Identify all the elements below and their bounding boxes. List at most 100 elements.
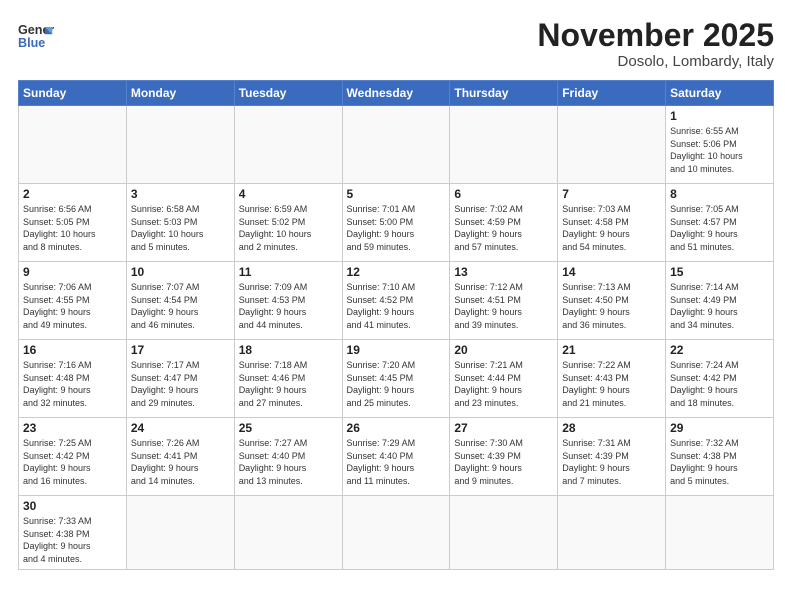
day-info: Sunrise: 7:24 AM Sunset: 4:42 PM Dayligh… — [670, 359, 769, 409]
day-info: Sunrise: 7:02 AM Sunset: 4:59 PM Dayligh… — [454, 203, 553, 253]
day-info: Sunrise: 7:18 AM Sunset: 4:46 PM Dayligh… — [239, 359, 338, 409]
day-number: 20 — [454, 343, 553, 357]
day-number: 12 — [347, 265, 446, 279]
calendar-cell — [234, 106, 342, 184]
header-saturday: Saturday — [666, 81, 774, 106]
day-info: Sunrise: 7:01 AM Sunset: 5:00 PM Dayligh… — [347, 203, 446, 253]
calendar-cell: 4 Sunrise: 6:59 AM Sunset: 5:02 PM Daylig… — [234, 184, 342, 262]
calendar-cell: 18 Sunrise: 7:18 AM Sunset: 4:46 PM Dayli… — [234, 340, 342, 418]
header-monday: Monday — [126, 81, 234, 106]
day-number: 6 — [454, 187, 553, 201]
week-row-2: 2Sunrise: 6:56 AM Sunset: 5:05 PM Daylig… — [19, 184, 774, 262]
calendar-cell: 17 Sunrise: 7:17 AM Sunset: 4:47 PM Dayli… — [126, 340, 234, 418]
calendar-cell: 16Sunrise: 7:16 AM Sunset: 4:48 PM Dayli… — [19, 340, 127, 418]
day-number: 13 — [454, 265, 553, 279]
day-number: 15 — [670, 265, 769, 279]
calendar-cell: 20 Sunrise: 7:21 AM Sunset: 4:44 PM Dayli… — [450, 340, 558, 418]
calendar-cell: 28Sunrise: 7:31 AM Sunset: 4:39 PM Dayli… — [558, 418, 666, 496]
calendar-cell — [558, 106, 666, 184]
calendar-cell: 5Sunrise: 7:01 AM Sunset: 5:00 PM Daylig… — [342, 184, 450, 262]
calendar-cell: 8 Sunrise: 7:05 AM Sunset: 4:57 PM Daylig… — [666, 184, 774, 262]
day-info: Sunrise: 7:07 AM Sunset: 4:54 PM Dayligh… — [131, 281, 230, 331]
calendar-cell — [558, 496, 666, 569]
header-thursday: Thursday — [450, 81, 558, 106]
calendar-cell — [126, 496, 234, 569]
day-info: Sunrise: 7:25 AM Sunset: 4:42 PM Dayligh… — [23, 437, 122, 487]
calendar-cell: 9 Sunrise: 7:06 AM Sunset: 4:55 PM Daylig… — [19, 262, 127, 340]
day-info: Sunrise: 6:59 AM Sunset: 5:02 PM Dayligh… — [239, 203, 338, 253]
day-number: 19 — [347, 343, 446, 357]
calendar-cell: 21 Sunrise: 7:22 AM Sunset: 4:43 PM Dayli… — [558, 340, 666, 418]
day-info: Sunrise: 7:09 AM Sunset: 4:53 PM Dayligh… — [239, 281, 338, 331]
day-number: 25 — [239, 421, 338, 435]
week-row-4: 16Sunrise: 7:16 AM Sunset: 4:48 PM Dayli… — [19, 340, 774, 418]
calendar-cell: 25 Sunrise: 7:27 AM Sunset: 4:40 PM Dayli… — [234, 418, 342, 496]
day-number: 4 — [239, 187, 338, 201]
day-info: Sunrise: 6:55 AM Sunset: 5:06 PM Dayligh… — [670, 125, 769, 175]
header-friday: Friday — [558, 81, 666, 106]
calendar-cell — [450, 496, 558, 569]
day-info: Sunrise: 7:10 AM Sunset: 4:52 PM Dayligh… — [347, 281, 446, 331]
calendar-cell: 15 Sunrise: 7:14 AM Sunset: 4:49 PM Dayli… — [666, 262, 774, 340]
header-tuesday: Tuesday — [234, 81, 342, 106]
day-number: 7 — [562, 187, 661, 201]
calendar-cell: 6 Sunrise: 7:02 AM Sunset: 4:59 PM Daylig… — [450, 184, 558, 262]
day-number: 1 — [670, 109, 769, 123]
title-block: November 2025 Dosolo, Lombardy, Italy — [537, 18, 774, 70]
calendar-cell: 22 Sunrise: 7:24 AM Sunset: 4:42 PM Dayli… — [666, 340, 774, 418]
week-row-5: 23Sunrise: 7:25 AM Sunset: 4:42 PM Dayli… — [19, 418, 774, 496]
day-info: Sunrise: 6:56 AM Sunset: 5:05 PM Dayligh… — [23, 203, 122, 253]
day-number: 28 — [562, 421, 661, 435]
day-info: Sunrise: 6:58 AM Sunset: 5:03 PM Dayligh… — [131, 203, 230, 253]
calendar-cell — [126, 106, 234, 184]
calendar-cell — [342, 106, 450, 184]
day-info: Sunrise: 7:03 AM Sunset: 4:58 PM Dayligh… — [562, 203, 661, 253]
month-title: November 2025 — [537, 18, 774, 53]
day-info: Sunrise: 7:22 AM Sunset: 4:43 PM Dayligh… — [562, 359, 661, 409]
day-number: 8 — [670, 187, 769, 201]
location-title: Dosolo, Lombardy, Italy — [537, 53, 774, 70]
week-row-6: 30Sunrise: 7:33 AM Sunset: 4:38 PM Dayli… — [19, 496, 774, 569]
calendar-cell: 26 Sunrise: 7:29 AM Sunset: 4:40 PM Dayli… — [342, 418, 450, 496]
header-sunday: Sunday — [19, 81, 127, 106]
day-info: Sunrise: 7:27 AM Sunset: 4:40 PM Dayligh… — [239, 437, 338, 487]
calendar-cell: 27Sunrise: 7:30 AM Sunset: 4:39 PM Dayli… — [450, 418, 558, 496]
day-number: 11 — [239, 265, 338, 279]
calendar-cell: 23Sunrise: 7:25 AM Sunset: 4:42 PM Dayli… — [19, 418, 127, 496]
calendar-cell: 11 Sunrise: 7:09 AM Sunset: 4:53 PM Dayli… — [234, 262, 342, 340]
calendar-cell — [19, 106, 127, 184]
day-number: 29 — [670, 421, 769, 435]
day-number: 30 — [23, 499, 122, 513]
header-wednesday: Wednesday — [342, 81, 450, 106]
day-info: Sunrise: 7:06 AM Sunset: 4:55 PM Dayligh… — [23, 281, 122, 331]
day-info: Sunrise: 7:05 AM Sunset: 4:57 PM Dayligh… — [670, 203, 769, 253]
day-info: Sunrise: 7:13 AM Sunset: 4:50 PM Dayligh… — [562, 281, 661, 331]
calendar-cell: 13Sunrise: 7:12 AM Sunset: 4:51 PM Dayli… — [450, 262, 558, 340]
week-row-1: 1 Sunrise: 6:55 AM Sunset: 5:06 PM Daylig… — [19, 106, 774, 184]
day-number: 21 — [562, 343, 661, 357]
day-number: 10 — [131, 265, 230, 279]
day-number: 27 — [454, 421, 553, 435]
calendar-cell: 29Sunrise: 7:32 AM Sunset: 4:38 PM Dayli… — [666, 418, 774, 496]
day-info: Sunrise: 7:29 AM Sunset: 4:40 PM Dayligh… — [347, 437, 446, 487]
day-number: 17 — [131, 343, 230, 357]
calendar-cell — [342, 496, 450, 569]
day-number: 9 — [23, 265, 122, 279]
day-info: Sunrise: 7:21 AM Sunset: 4:44 PM Dayligh… — [454, 359, 553, 409]
day-number: 26 — [347, 421, 446, 435]
day-number: 18 — [239, 343, 338, 357]
day-number: 22 — [670, 343, 769, 357]
week-row-3: 9 Sunrise: 7:06 AM Sunset: 4:55 PM Daylig… — [19, 262, 774, 340]
day-info: Sunrise: 7:20 AM Sunset: 4:45 PM Dayligh… — [347, 359, 446, 409]
day-number: 24 — [131, 421, 230, 435]
page: General Blue November 2025 Dosolo, Lomba… — [0, 0, 792, 612]
day-number: 14 — [562, 265, 661, 279]
calendar-cell: 30Sunrise: 7:33 AM Sunset: 4:38 PM Dayli… — [19, 496, 127, 569]
calendar-cell: 24 Sunrise: 7:26 AM Sunset: 4:41 PM Dayli… — [126, 418, 234, 496]
calendar-cell: 1 Sunrise: 6:55 AM Sunset: 5:06 PM Daylig… — [666, 106, 774, 184]
day-info: Sunrise: 7:14 AM Sunset: 4:49 PM Dayligh… — [670, 281, 769, 331]
day-info: Sunrise: 7:26 AM Sunset: 4:41 PM Dayligh… — [131, 437, 230, 487]
day-info: Sunrise: 7:17 AM Sunset: 4:47 PM Dayligh… — [131, 359, 230, 409]
calendar-cell — [450, 106, 558, 184]
day-number: 3 — [131, 187, 230, 201]
